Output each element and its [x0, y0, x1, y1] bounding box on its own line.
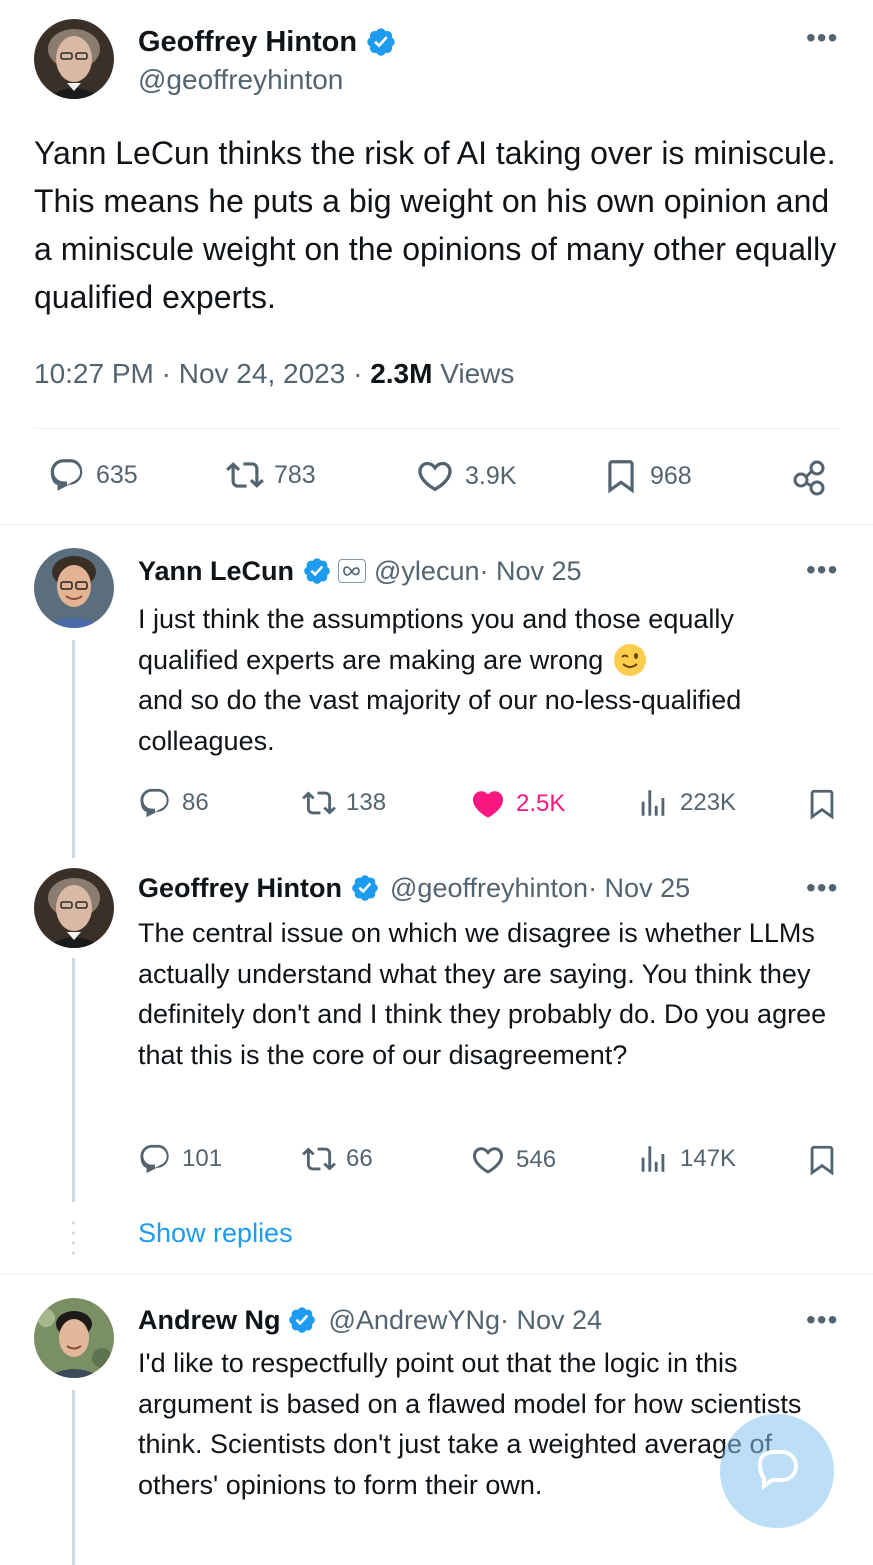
reply-button[interactable]: 86 [138, 786, 209, 820]
reply-button[interactable]: 635 [48, 456, 138, 494]
heart-icon [415, 456, 455, 496]
like-button[interactable]: 2.5K [470, 786, 565, 822]
reply-date[interactable]: · Nov 24 [500, 1305, 602, 1336]
reply-header: Andrew Ng @AndrewYNg · Nov 24 [138, 1302, 602, 1338]
repost-count: 783 [274, 460, 316, 489]
reply-text-rest: and so do the vast majority of our no-le… [138, 685, 742, 756]
meta-affiliation-icon [338, 559, 367, 583]
compose-fab-button[interactable] [720, 1414, 834, 1528]
repost-button[interactable]: 783 [226, 456, 316, 494]
author-handle[interactable]: @ylecun [374, 556, 479, 587]
author-header: Geoffrey Hinton [138, 24, 397, 60]
reply-date[interactable]: · Nov 25 [479, 556, 581, 587]
like-count: 2.5K [516, 790, 566, 817]
reply-count: 101 [182, 1145, 223, 1172]
view-count: 2.3M [370, 358, 433, 389]
share-button[interactable] [790, 458, 828, 496]
reply-button[interactable]: 101 [138, 1142, 222, 1176]
reply-count: 635 [96, 460, 138, 489]
divider [0, 524, 873, 525]
reply-count: 86 [182, 789, 209, 816]
thread-line [72, 640, 75, 858]
reply-text: The central issue on which we disagree i… [138, 918, 827, 1070]
more-dots-icon[interactable]: ••• [806, 24, 838, 52]
bookmark-button[interactable] [805, 1142, 839, 1178]
views-bar-icon [636, 786, 670, 820]
reply-bubble-icon [48, 456, 86, 494]
like-button[interactable]: 546 [470, 1142, 556, 1178]
more-dots-icon[interactable]: ••• [806, 556, 838, 584]
views-button[interactable]: 147K [636, 1142, 736, 1176]
author-name[interactable]: Geoffrey Hinton [138, 873, 342, 904]
tweet-time[interactable]: 10:27 PM · Nov 24, 2023 · [34, 358, 370, 389]
divider [34, 428, 840, 429]
bookmark-icon [602, 456, 640, 496]
repost-count: 138 [346, 789, 387, 816]
heart-icon [470, 1142, 506, 1178]
views-label: Views [432, 358, 515, 389]
heart-icon [470, 786, 506, 822]
tweet-text: Yann LeCun thinks the risk of AI taking … [34, 135, 837, 315]
reply-header: Yann LeCun @ylecun · Nov 25 [138, 553, 582, 589]
bookmark-count: 968 [650, 461, 692, 490]
author-handle[interactable]: @geoffreyhinton [138, 64, 343, 96]
reply-text-line: I just think the assumptions you and tho… [138, 604, 734, 634]
divider [0, 1274, 873, 1275]
bookmark-button[interactable]: 968 [602, 456, 692, 496]
like-count: 546 [516, 1146, 557, 1173]
reply-text-segment: qualified experts are making are wrong [138, 644, 604, 675]
compose-fab-icon [757, 1450, 799, 1490]
share-icon [793, 460, 825, 496]
author-name[interactable]: Geoffrey Hinton [138, 26, 357, 59]
repost-count: 66 [346, 1145, 373, 1172]
wink-emoji-icon [613, 643, 647, 677]
bookmark-icon [805, 786, 839, 822]
author-name[interactable]: Andrew Ng [138, 1305, 281, 1336]
author-avatar-geoffrey-hinton[interactable] [34, 19, 114, 99]
thread-line [72, 1390, 75, 1565]
author-avatar-andrew-ng[interactable] [34, 1298, 114, 1378]
reply-date[interactable]: · Nov 25 [588, 873, 690, 904]
reply-text: I just think the assumptions you and tho… [138, 599, 848, 761]
show-replies-link[interactable]: Show replies [138, 1218, 293, 1249]
author-handle[interactable]: @AndrewYNg [329, 1305, 500, 1336]
views-bar-icon [636, 1142, 670, 1176]
repost-button[interactable]: 66 [302, 1142, 373, 1176]
repost-icon [226, 456, 264, 494]
repost-icon [302, 1142, 336, 1176]
repost-button[interactable]: 138 [302, 786, 386, 820]
author-name[interactable]: Yann LeCun [138, 556, 294, 587]
bookmark-button[interactable] [805, 786, 839, 822]
views-count: 147K [680, 1145, 737, 1172]
author-avatar-geoffrey-hinton[interactable] [34, 868, 114, 948]
thread-line [72, 958, 75, 1202]
author-avatar-yann-lecun[interactable] [34, 548, 114, 628]
verified-badge-icon [350, 873, 380, 903]
views-count: 223K [680, 789, 737, 816]
views-button[interactable]: 223K [636, 786, 736, 820]
like-count: 3.9K [465, 461, 517, 490]
tweet-timestamp: 10:27 PM · Nov 24, 2023 · 2.3M Views [34, 358, 514, 390]
like-button[interactable]: 3.9K [415, 456, 516, 496]
reply-bubble-icon [138, 786, 172, 820]
bookmark-icon [805, 1142, 839, 1178]
verified-badge-icon [302, 556, 332, 586]
reply-text-line: qualified experts are making are wrong [138, 640, 848, 681]
verified-badge-icon [287, 1305, 317, 1335]
more-dots-icon[interactable]: ••• [806, 874, 838, 902]
reply-bubble-icon [138, 1142, 172, 1176]
author-handle[interactable]: @geoffreyhinton [390, 873, 588, 904]
thread-dots [72, 1218, 75, 1258]
repost-icon [302, 786, 336, 820]
more-dots-icon[interactable]: ••• [806, 1306, 838, 1334]
reply-header: Geoffrey Hinton @geoffreyhinton · Nov 25 [138, 870, 690, 906]
verified-badge-icon [365, 26, 397, 58]
